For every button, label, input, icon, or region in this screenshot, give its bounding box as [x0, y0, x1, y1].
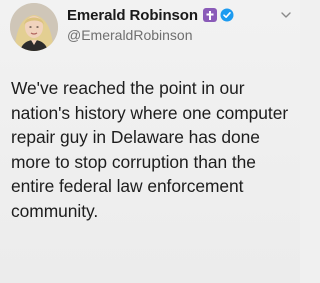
tweet-text: We've reached the point in our nation's …	[11, 78, 289, 221]
tweet-header: Emerald Robinson @EmeraldRobinson	[67, 6, 278, 43]
verified-icon	[220, 8, 234, 22]
profile-photo-icon	[10, 3, 58, 51]
author-name-row: Emerald Robinson	[67, 6, 278, 24]
avatar[interactable]	[10, 3, 58, 51]
cross-icon	[202, 8, 217, 22]
author-handle[interactable]: @EmeraldRobinson	[67, 27, 278, 43]
chevron-down-icon[interactable]	[280, 8, 292, 20]
author-display-name[interactable]: Emerald Robinson	[67, 7, 198, 24]
tweet-card: Emerald Robinson @EmeraldRobinson We've …	[0, 0, 300, 283]
